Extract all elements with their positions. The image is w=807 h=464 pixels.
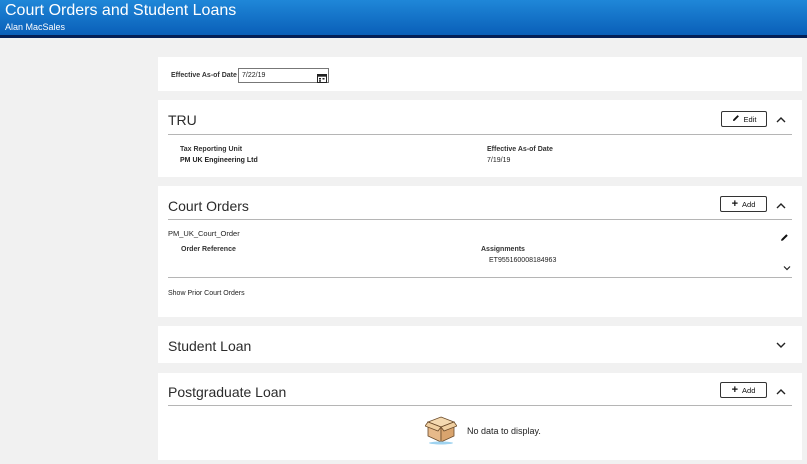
student-loan-title: Student Loan (168, 338, 252, 354)
effective-date-label: Effective As-of Date (171, 72, 237, 79)
empty-box-icon (424, 413, 458, 450)
page-title: Court Orders and Student Loans (5, 2, 237, 19)
court-order-item-divider (168, 277, 792, 278)
effective-date-card: Effective As-of Date 7/22/19 (158, 57, 802, 91)
postgraduate-loan-divider (168, 405, 792, 406)
assignments-label: Assignments (481, 246, 525, 253)
add-court-order-label: Add (742, 199, 756, 209)
assignment-value: ET955160008184963 (489, 257, 557, 264)
tru-effective-date-value: 7/19/19 (487, 157, 511, 164)
court-orders-divider (168, 219, 792, 220)
add-court-order-button[interactable]: + Add (720, 196, 767, 212)
tax-unit-value: PM UK Engineering Ltd (180, 157, 258, 164)
effective-date-value: 7/22/19 (242, 72, 266, 79)
court-orders-title: Court Orders (168, 198, 249, 214)
tax-unit-label: Tax Reporting Unit (180, 146, 243, 153)
court-order-name[interactable]: PM_UK_Court_Order (168, 229, 240, 238)
court-orders-card: Court Orders + Add PM_UK_Court_Order Ord… (158, 186, 802, 317)
student-loan-card: Student Loan (158, 326, 802, 363)
tru-card: TRU Edit Tax Reporting Unit PM UK Engine… (158, 100, 802, 177)
plus-icon: + (731, 384, 739, 396)
add-postgraduate-loan-label: Add (742, 385, 756, 395)
app-header: Court Orders and Student Loans Alan MacS… (0, 0, 807, 38)
collapse-postgraduate-loan-chevron-up-icon[interactable] (774, 384, 788, 398)
tru-effective-date-label: Effective As-of Date (487, 146, 553, 153)
collapse-tru-chevron-up-icon[interactable] (774, 112, 788, 126)
user-name: Alan MacSales (5, 22, 66, 32)
pencil-icon (732, 114, 740, 124)
expand-student-loan-chevron-down-icon[interactable] (774, 338, 788, 352)
tru-divider (168, 134, 792, 135)
edit-button[interactable]: Edit (721, 111, 767, 127)
show-prior-court-orders-link[interactable]: Show Prior Court Orders (168, 290, 245, 297)
expand-court-order-chevron-down-icon[interactable] (780, 261, 794, 275)
effective-date-field[interactable]: 7/22/19 (238, 68, 329, 83)
edit-button-label: Edit (743, 114, 757, 124)
no-data-text: No data to display. (467, 426, 541, 436)
calendar-icon[interactable] (317, 70, 327, 88)
plus-icon: + (731, 198, 739, 210)
order-reference-label: Order Reference (181, 246, 236, 253)
postgraduate-loan-card: Postgraduate Loan + Add No data to displ… (158, 373, 802, 460)
collapse-court-orders-chevron-up-icon[interactable] (774, 198, 788, 212)
postgraduate-loan-title: Postgraduate Loan (168, 384, 287, 400)
edit-court-order-pencil-icon[interactable] (780, 229, 789, 247)
tru-title: TRU (168, 112, 197, 128)
add-postgraduate-loan-button[interactable]: + Add (720, 382, 767, 398)
